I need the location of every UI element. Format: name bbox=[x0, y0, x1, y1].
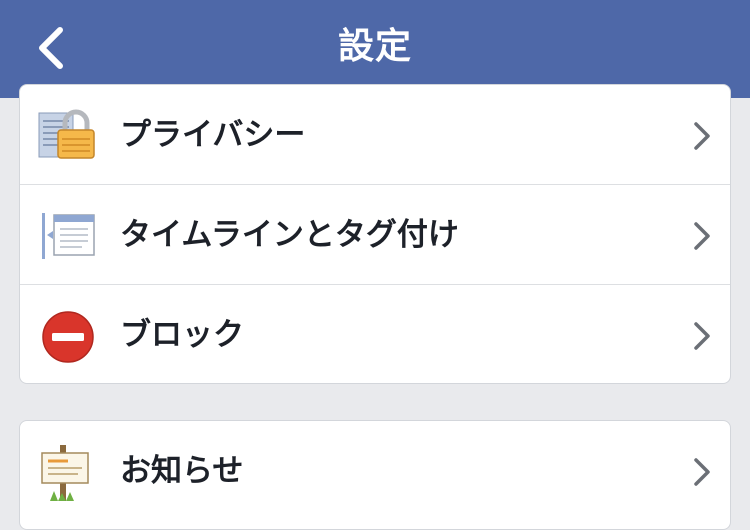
settings-item-timeline-tagging[interactable]: タイムラインとタグ付け bbox=[20, 185, 730, 285]
settings-item-block[interactable]: ブロック bbox=[20, 285, 730, 383]
settings-item-label: ブロック bbox=[120, 317, 244, 353]
settings-group-1: プライバシー タイムラインとタグ付け ブロック bbox=[19, 84, 731, 384]
settings-group-2: お知らせ bbox=[19, 420, 731, 530]
settings-item-label: プライバシー bbox=[120, 117, 306, 153]
chevron-right-icon bbox=[692, 457, 712, 487]
settings-item-privacy[interactable]: プライバシー bbox=[20, 85, 730, 185]
chevron-right-icon bbox=[692, 321, 712, 351]
signpost-icon bbox=[38, 445, 98, 501]
padlock-icon bbox=[38, 109, 98, 165]
chevron-right-icon bbox=[692, 121, 712, 151]
block-icon bbox=[38, 309, 98, 365]
settings-item-label: お知らせ bbox=[120, 453, 244, 489]
timeline-icon bbox=[38, 209, 98, 265]
settings-item-notifications[interactable]: お知らせ bbox=[20, 421, 730, 521]
chevron-right-icon bbox=[692, 221, 712, 251]
settings-item-label: タイムラインとタグ付け bbox=[120, 217, 459, 253]
